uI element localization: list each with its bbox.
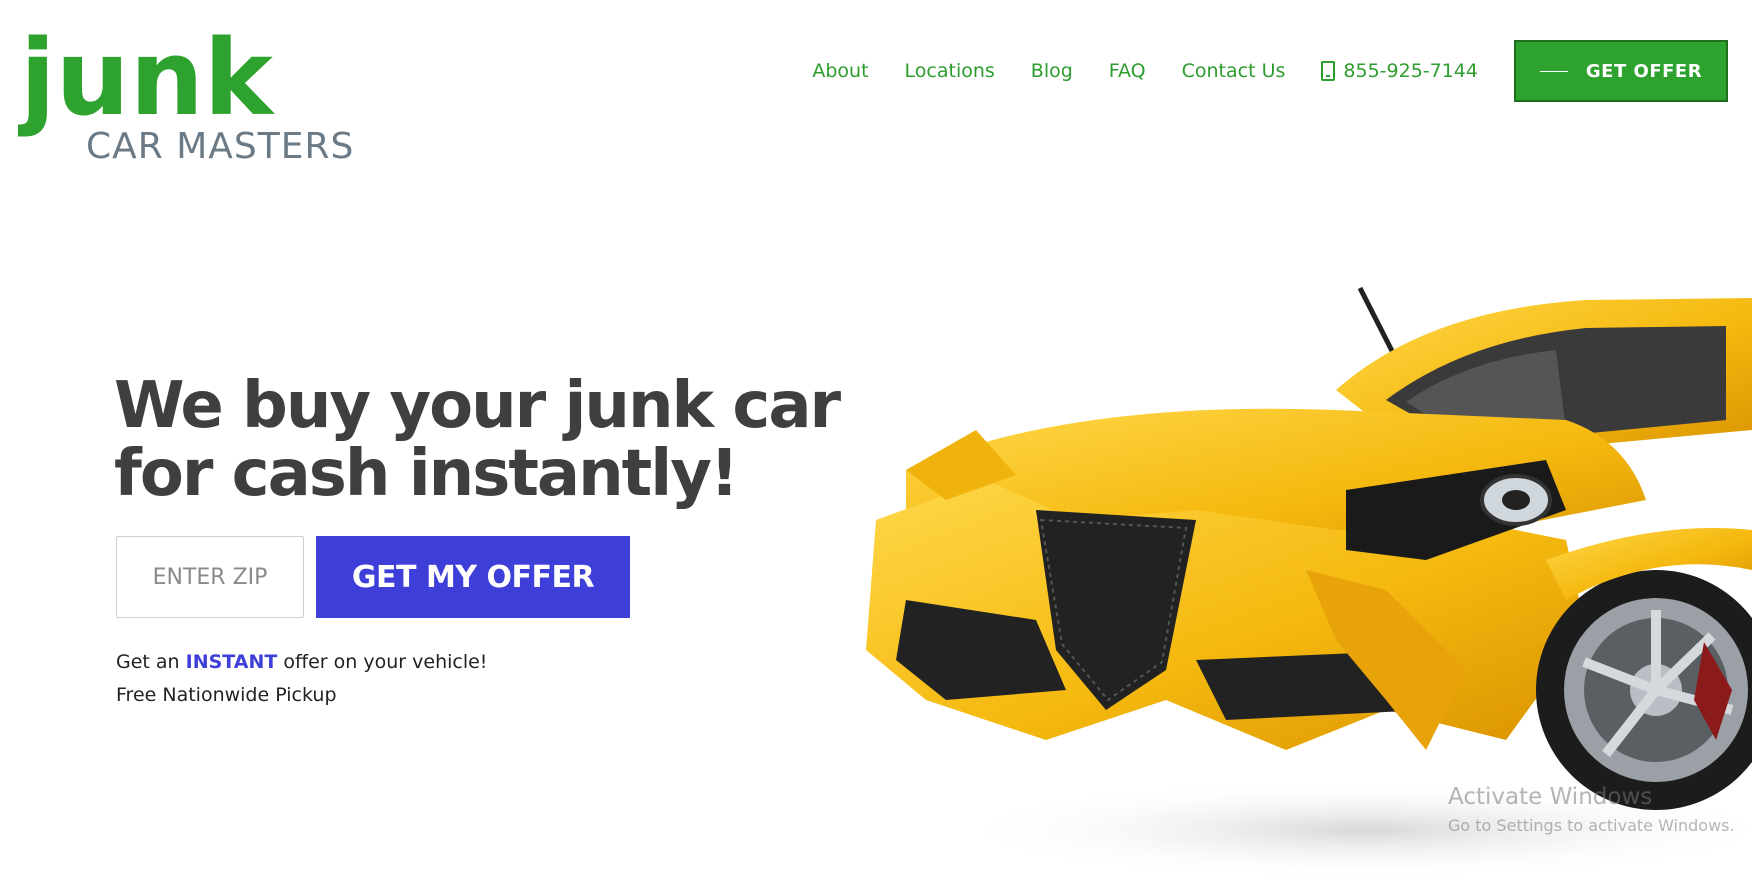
watermark-subtitle: Go to Settings to activate Windows.	[1448, 816, 1735, 835]
logo-subtitle: CAR MASTERS	[86, 126, 354, 167]
hero-headline: We buy your junk car for cash instantly!	[114, 369, 841, 511]
sub-suffix: offer on your vehicle!	[283, 651, 488, 673]
brand-logo[interactable]: junk CAR MASTERS	[18, 22, 378, 182]
logo-word: junk	[18, 22, 276, 139]
activation-watermark: Activate Windows Go to Settings to activ…	[1448, 784, 1735, 835]
instant-offer-line: Get an INSTANT offer on your vehicle!	[116, 646, 487, 679]
phone-number: 855-925-7144	[1343, 60, 1478, 82]
watermark-title: Activate Windows	[1448, 784, 1653, 810]
dash-icon	[1539, 70, 1568, 72]
nav-link-faq[interactable]: FAQ	[1109, 60, 1146, 82]
instant-highlight: INSTANT	[185, 651, 278, 673]
get-offer-label: GET OFFER	[1585, 60, 1703, 82]
zip-input[interactable]	[116, 536, 304, 618]
nav-link-blog[interactable]: Blog	[1031, 60, 1073, 82]
headline-line-1: We buy your junk car	[114, 369, 841, 443]
nav-link-locations[interactable]: Locations	[905, 60, 995, 82]
phone-icon	[1321, 61, 1336, 81]
nav-link-contact[interactable]: Contact Us	[1182, 60, 1286, 82]
get-my-offer-button[interactable]: GET MY OFFER	[316, 536, 630, 618]
headline-line-2: for cash instantly!	[114, 437, 739, 511]
phone-link[interactable]: 855-925-7144	[1321, 60, 1478, 82]
sub-prefix: Get an	[116, 651, 180, 673]
nav-link-about[interactable]: About	[812, 60, 868, 82]
hero-subtext: Get an INSTANT offer on your vehicle! Fr…	[116, 646, 487, 712]
pickup-line: Free Nationwide Pickup	[116, 684, 337, 706]
main-nav: About Locations Blog FAQ Contact Us 855-…	[812, 40, 1728, 102]
get-offer-button[interactable]: GET OFFER	[1514, 40, 1728, 102]
